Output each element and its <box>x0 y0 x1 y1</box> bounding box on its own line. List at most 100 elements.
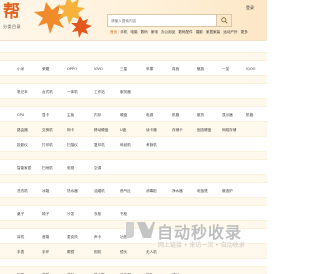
category-link[interactable]: 复印机 <box>94 143 105 148</box>
nav-item[interactable]: 更多 <box>241 30 248 36</box>
category-link[interactable]: 三星 <box>120 67 127 72</box>
search-input[interactable] <box>108 15 216 26</box>
category-link[interactable]: 消毒柜 <box>146 189 157 194</box>
category-link[interactable]: 冰箱 <box>42 189 49 194</box>
category-link[interactable]: 网络存储 <box>222 128 236 133</box>
category-link[interactable]: 声卡 <box>94 235 101 240</box>
category-link[interactable]: 真我 <box>172 67 179 72</box>
category-link[interactable]: CPU <box>17 113 24 117</box>
category-link[interactable]: 主板 <box>67 113 74 118</box>
category-link[interactable]: 扫描仪 <box>67 143 78 148</box>
category-link[interactable]: 净水器 <box>172 189 183 194</box>
category-link[interactable]: 苹果 <box>146 67 153 72</box>
nav-item[interactable]: 家电 <box>151 30 158 36</box>
watermark-logo-icon <box>126 222 155 238</box>
login-link[interactable]: 登录 <box>246 5 254 11</box>
category-link[interactable]: 内存 <box>94 113 101 118</box>
nav-item[interactable]: 首页 <box>110 30 117 36</box>
category-link[interactable]: 工作站 <box>94 90 105 95</box>
category-link[interactable]: 显卡 <box>42 113 49 118</box>
category-link[interactable]: 固态硬盘 <box>197 128 211 133</box>
category-link[interactable]: 交换机 <box>42 128 53 133</box>
category-row <box>0 259 267 267</box>
maple-leaves-decoration <box>34 0 92 38</box>
search-box <box>107 14 232 27</box>
site-logo-subtitle: 分类目录 <box>3 24 21 29</box>
category-link[interactable]: 笔记本 <box>17 90 28 95</box>
category-link[interactable]: 电源 <box>146 113 153 118</box>
category-link[interactable]: 手表 <box>17 250 24 255</box>
category-link[interactable]: 读卡器 <box>146 128 157 133</box>
category-link[interactable]: 服务器 <box>120 90 131 95</box>
category-link[interactable]: 洗衣机 <box>17 189 28 194</box>
category-link[interactable]: 考勤机 <box>146 143 157 148</box>
category-link[interactable]: 台式机 <box>42 90 53 95</box>
nav-item[interactable]: 电脑 <box>130 30 137 36</box>
category-row: 笔记本 台式机 一体机 工作站 服务器 <box>0 84 267 99</box>
category-link[interactable]: 衣柜 <box>94 212 101 217</box>
category-link[interactable]: 存储卡 <box>172 128 183 133</box>
search-button[interactable] <box>216 14 232 27</box>
category-link[interactable]: 魅族 <box>197 67 204 72</box>
category-row <box>0 53 267 61</box>
category-link[interactable]: 网卡 <box>67 128 74 133</box>
category-row <box>0 152 267 160</box>
nav-item[interactable]: 办公用品 <box>161 30 175 36</box>
category-link[interactable]: 荣耀 <box>42 67 49 72</box>
category-link[interactable]: 扫地机 <box>42 166 53 171</box>
category-row: 帐篷睡袋背包登山鞋户外服钓鱼骑行 <box>0 267 267 274</box>
category-link[interactable]: 机箱 <box>246 113 253 118</box>
watermark-subtitle: 网上链接 • 来访一次 • 自动收录 <box>158 242 245 249</box>
category-link[interactable]: U盘 <box>120 128 126 133</box>
category-link[interactable]: 桌子 <box>17 212 24 217</box>
category-link[interactable]: OPPO <box>67 67 77 71</box>
category-link[interactable]: 一加 <box>222 67 229 72</box>
category-link[interactable]: 微波炉 <box>222 189 233 194</box>
category-link[interactable]: 电视 <box>67 166 74 171</box>
category-link[interactable]: 热水器 <box>67 189 78 194</box>
category-link[interactable]: 耳机 <box>17 235 24 240</box>
category-link[interactable]: 沙发 <box>67 212 74 217</box>
category-link[interactable]: 路由器 <box>17 128 28 133</box>
category-link[interactable]: 打印机 <box>42 143 53 148</box>
category-row: 智能家居 扫地机 电视 空调 <box>0 160 267 175</box>
category-link[interactable]: 音箱 <box>42 235 49 240</box>
category-link[interactable]: 空调 <box>94 166 101 171</box>
category-link[interactable]: 燃气灶 <box>120 189 131 194</box>
category-link[interactable]: 书柜 <box>120 212 127 217</box>
category-link[interactable]: 硬盘 <box>120 113 127 118</box>
category-link[interactable]: 移动硬盘 <box>94 128 108 133</box>
nav-item[interactable]: 数码 <box>141 30 148 36</box>
category-nav: 首页 手机 电脑 数码 家电 办公用品 数码配件 摄影 家居家装 运动户外 更多 <box>110 30 267 36</box>
category-link[interactable]: iQOO <box>246 67 256 71</box>
category-row: 小米 荣耀 OPPO VIVO 三星 苹果 真我 魅族 一加 iQOO <box>0 61 267 76</box>
category-link[interactable]: 一体机 <box>67 90 78 95</box>
category-link[interactable]: 麦克风 <box>67 235 78 240</box>
site-header: 帮 分类目录 登录 首页手机电脑数码家电办公用品数码配件摄影家居家装运动户外更多 <box>0 0 267 40</box>
category-link[interactable]: 散热 <box>197 113 204 118</box>
category-link[interactable]: 油烟机 <box>94 189 105 194</box>
category-link[interactable]: 眼镜 <box>67 250 74 255</box>
category-link[interactable]: 相机 <box>94 250 101 255</box>
header-divider <box>0 40 267 41</box>
site-logo[interactable]: 帮 <box>3 2 20 22</box>
nav-item[interactable]: 数码配件 <box>178 30 192 36</box>
category-row: CPU 显卡 主板 内存 硬盘 电源 机箱 散热 显示器 机箱 <box>0 107 267 122</box>
category-row <box>0 99 267 107</box>
category-link[interactable]: 手环 <box>42 250 49 255</box>
category-link[interactable]: 小米 <box>17 67 24 72</box>
nav-item[interactable]: 摄影 <box>196 30 203 36</box>
category-row <box>0 175 267 183</box>
category-link[interactable]: 投影仪 <box>17 143 28 148</box>
nav-item[interactable]: 手机 <box>120 30 127 36</box>
category-link[interactable]: 智能家居 <box>17 166 31 171</box>
category-link[interactable]: 碎纸机 <box>120 143 131 148</box>
watermark: 自动秒收录 网上链接 • 来访一次 • 自动收录 <box>124 218 267 252</box>
category-link[interactable]: 机箱 <box>172 113 179 118</box>
category-link[interactable]: 显示器 <box>222 113 233 118</box>
nav-item[interactable]: 运动户外 <box>223 30 237 36</box>
category-link[interactable]: 电饭煲 <box>197 189 208 194</box>
category-link[interactable]: VIVO <box>94 67 103 71</box>
nav-item[interactable]: 家居家装 <box>206 30 220 36</box>
category-link[interactable]: 椅子 <box>42 212 49 217</box>
